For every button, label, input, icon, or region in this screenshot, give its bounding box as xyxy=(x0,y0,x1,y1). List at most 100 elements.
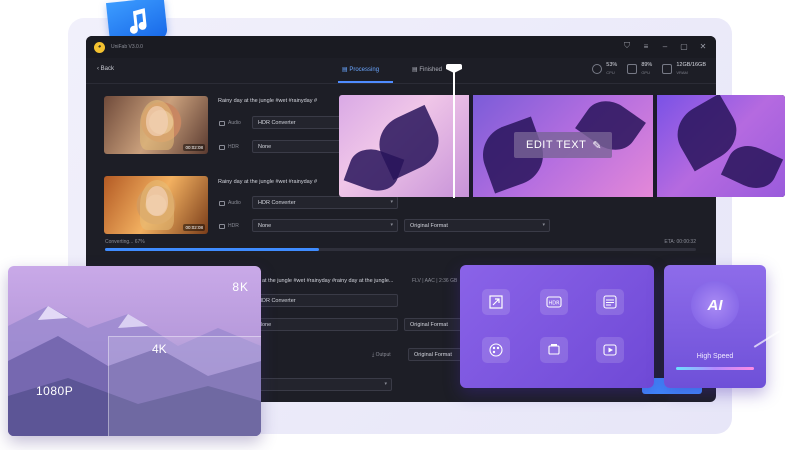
vram-stat: 12GB/16GB VRAM xyxy=(662,62,706,76)
thumbnail-face xyxy=(146,106,168,136)
progress-bar xyxy=(105,248,696,251)
ai-card: AI High Speed xyxy=(664,265,766,388)
audio-select[interactable]: HDR Converter xyxy=(252,116,342,129)
format-select-value: Original Format xyxy=(410,223,448,229)
color-palette-icon[interactable] xyxy=(482,337,510,363)
hdr-select-value: None xyxy=(258,223,272,229)
audio-label: Audio xyxy=(219,200,241,206)
edit-text-label: EDIT TEXT xyxy=(526,139,587,151)
back-button[interactable]: ‹ Back xyxy=(97,66,114,72)
audio-select[interactable]: HDR Converter xyxy=(252,294,398,307)
audio-select[interactable]: HDR Converter ▾ xyxy=(252,196,398,209)
audio-label: Audio xyxy=(219,120,241,126)
hdr-label-text: HDR xyxy=(228,144,239,150)
tools-card: HDR xyxy=(460,265,654,388)
tab-finished-label: Finished xyxy=(419,67,443,73)
svg-text:HDR: HDR xyxy=(548,301,560,307)
title-bar: ◕ UniFab V3.0.0 ⛉ ≡ – ▢ ✕ xyxy=(86,36,716,58)
tab-processing-label: Processing xyxy=(349,67,380,73)
ai-badge: AI xyxy=(691,281,739,329)
audio-select-value: HDR Converter xyxy=(258,120,296,126)
file-title: Rainy day at the jungle #wet #rainyday # xyxy=(218,98,318,104)
app-logo-icon: ◕ xyxy=(94,41,105,53)
hdr-select[interactable]: None xyxy=(252,318,398,331)
audio-label-text: Audio xyxy=(228,120,241,126)
video-play-icon[interactable] xyxy=(596,337,624,363)
chevron-down-icon: ▾ xyxy=(384,381,387,387)
denoise-icon[interactable] xyxy=(596,289,624,315)
hdr-label: HDR xyxy=(219,223,239,229)
upscale-icon[interactable] xyxy=(482,289,510,315)
minimize-icon[interactable]: – xyxy=(660,41,670,51)
progress-eta: ETA: 00:00:32 xyxy=(664,239,696,245)
video-thumbnail[interactable]: 00:02:08 xyxy=(104,176,208,234)
shield-icon[interactable]: ⛉ xyxy=(622,41,632,51)
vram-icon xyxy=(662,64,673,74)
video-duration: 00:02:08 xyxy=(183,224,205,231)
gpu-value: 89% xyxy=(641,62,653,68)
frame-interpolation-icon[interactable] xyxy=(540,337,568,363)
output-label-text: Output xyxy=(375,352,391,358)
label-8k: 8K xyxy=(232,280,249,294)
resolution-card: 8K 4K 1080P xyxy=(8,266,261,436)
video-thumbnail[interactable]: 00:02:08 xyxy=(104,96,208,154)
audio-select-value: HDR Converter xyxy=(258,200,296,206)
output-path-select[interactable]: ▾ xyxy=(252,378,392,391)
file-meta: FLV | AAC | 2:36 GB xyxy=(412,278,458,284)
output-format-select[interactable]: Original Format xyxy=(408,348,464,361)
format-select[interactable]: Original Format ▾ xyxy=(404,219,550,232)
progress-label: Converting... 67% xyxy=(105,239,145,245)
cpu-value: 53% xyxy=(606,62,618,68)
edit-text-button[interactable]: EDIT TEXT ✎ xyxy=(514,132,612,158)
hdr-icon xyxy=(219,144,225,150)
video-duration: 00:02:08 xyxy=(183,144,205,151)
close-icon[interactable]: ✕ xyxy=(698,41,708,51)
label-1080p: 1080P xyxy=(36,384,74,398)
microphone-icon xyxy=(219,120,225,126)
4k-frame xyxy=(108,336,261,436)
thumbnail-face xyxy=(146,186,168,216)
tab-processing[interactable]: ▤ Processing xyxy=(342,66,379,73)
file-title: Rainy day at the jungle #wet #rainyday # xyxy=(218,179,318,185)
hdr-icon xyxy=(219,223,225,229)
audio-label-text: Audio xyxy=(228,200,241,206)
cpu-icon xyxy=(592,64,603,74)
chevron-down-icon: ▾ xyxy=(542,222,545,228)
timeline-frame[interactable] xyxy=(339,95,469,197)
microphone-icon xyxy=(219,200,225,206)
system-stats: 53% CPU 89% GPU 12GB/16GB VRAM xyxy=(592,62,706,76)
hdr-label-text: HDR xyxy=(228,223,239,229)
pencil-icon: ✎ xyxy=(592,139,603,152)
top-bar: ‹ Back ▤ Processing ▤ Finished 53% CPU 89… xyxy=(86,58,716,84)
format-select-value: Original Format xyxy=(410,322,448,328)
output-label: ⤓ Output xyxy=(372,352,391,358)
audio-select-value: HDR Converter xyxy=(258,298,296,304)
cpu-label: CPU xyxy=(606,70,615,75)
speed-bar xyxy=(676,367,754,370)
progress-fill xyxy=(105,248,319,251)
gpu-stat: 89% GPU xyxy=(627,62,652,76)
hdr-select[interactable]: None xyxy=(252,140,342,153)
tab-finished[interactable]: ▤ Finished xyxy=(412,66,442,73)
hdr-icon[interactable]: HDR xyxy=(540,289,568,315)
vram-label: VRAM xyxy=(676,70,688,75)
hdr-select-value: None xyxy=(258,144,272,150)
maximize-icon[interactable]: ▢ xyxy=(679,41,689,51)
output-format-value: Original Format xyxy=(414,352,452,358)
ai-badge-text: AI xyxy=(707,296,723,314)
back-label: Back xyxy=(100,66,115,72)
hdr-label: HDR xyxy=(219,144,239,150)
format-select[interactable]: Original Format xyxy=(404,318,464,331)
app-title: UniFab V3.0.0 xyxy=(111,44,143,50)
window-controls: ⛉ ≡ – ▢ ✕ xyxy=(622,41,708,51)
timeline-frame[interactable] xyxy=(657,95,785,197)
active-tab-indicator xyxy=(338,81,393,83)
label-4k: 4K xyxy=(152,342,167,356)
cpu-stat: 53% CPU xyxy=(592,62,617,76)
gpu-label: GPU xyxy=(641,70,650,75)
ai-speed-label: High Speed xyxy=(696,353,734,360)
chevron-down-icon: ▾ xyxy=(390,199,393,205)
gpu-icon xyxy=(627,64,638,74)
menu-icon[interactable]: ≡ xyxy=(641,41,651,51)
hdr-select[interactable]: None ▾ xyxy=(252,219,398,232)
